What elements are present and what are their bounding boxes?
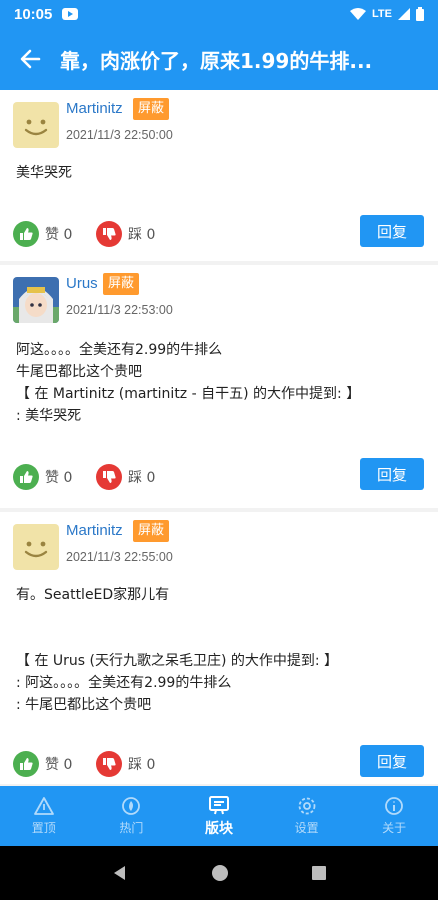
- nav-item-about[interactable]: 关于: [350, 786, 438, 846]
- bottom-navigation: 置顶 热门 版块 设置 关于: [0, 786, 438, 846]
- wifi-icon: [350, 8, 367, 20]
- like-button[interactable]: 赞 0: [13, 221, 72, 247]
- username[interactable]: Martinitz: [66, 522, 123, 539]
- thumbs-down-icon: [96, 221, 122, 247]
- arrow-left-icon: [20, 49, 41, 69]
- status-icons: LTE: [350, 7, 424, 21]
- network-type: LTE: [372, 8, 392, 20]
- nav-label: 关于: [382, 821, 407, 835]
- post-item: Martinitz 屏蔽 2021/11/3 22:50:00 美华哭死 赞 0…: [0, 90, 438, 261]
- reply-button[interactable]: 回复: [360, 745, 424, 777]
- nav-label: 热门: [119, 821, 144, 835]
- like-button[interactable]: 赞 0: [13, 464, 72, 490]
- post-actions: 赞 0 踩 0 回复: [0, 209, 438, 261]
- info-icon: [385, 797, 404, 815]
- dislike-count: 踩 0: [128, 227, 156, 243]
- nav-item-hot[interactable]: 热门: [88, 786, 176, 846]
- username[interactable]: Martinitz: [66, 100, 123, 117]
- thumbs-up-icon: [13, 751, 39, 777]
- reply-button[interactable]: 回复: [360, 215, 424, 247]
- smiley-avatar-icon: [13, 102, 59, 148]
- dislike-count: 踩 0: [128, 470, 156, 486]
- post-item: Urus 屏蔽 2021/11/3 22:53:00 阿这。。。。全美还有2.9…: [0, 265, 438, 508]
- board-icon: [208, 795, 229, 814]
- timestamp: 2021/11/3 22:50:00: [66, 128, 173, 142]
- post-body: 有。SeattleED家那儿有 【 在 Urus (天行九歌之呆毛卫庄) 的大作…: [16, 587, 339, 713]
- avatar[interactable]: [13, 102, 59, 148]
- avatar[interactable]: [13, 277, 59, 323]
- nav-label: 版块: [204, 820, 233, 837]
- recents-square-icon[interactable]: [311, 865, 327, 881]
- post-actions: 赞 0 踩 0 回复: [0, 452, 438, 504]
- dislike-button[interactable]: 踩 0: [96, 464, 155, 490]
- system-navigation-bar: [0, 846, 438, 900]
- timestamp: 2021/11/3 22:55:00: [66, 550, 173, 564]
- smiley-avatar-icon: [13, 524, 59, 570]
- post-list[interactable]: Martinitz 屏蔽 2021/11/3 22:50:00 美华哭死 赞 0…: [0, 90, 438, 786]
- thumbs-down-icon: [96, 464, 122, 490]
- block-badge[interactable]: 屏蔽: [133, 520, 170, 542]
- dislike-button[interactable]: 踩 0: [96, 221, 155, 247]
- home-circle-icon[interactable]: [211, 864, 229, 882]
- dislike-count: 踩 0: [128, 757, 156, 773]
- signal-icon: [398, 8, 410, 20]
- anime-avatar-icon: [13, 277, 59, 323]
- back-triangle-icon[interactable]: [111, 864, 129, 882]
- back-button[interactable]: [0, 28, 60, 90]
- like-button[interactable]: 赞 0: [13, 751, 72, 777]
- thumbs-up-icon: [13, 464, 39, 490]
- nav-item-pinned[interactable]: 置顶: [0, 786, 88, 846]
- app-bar: 靠，肉涨价了，原来1.99的牛排...: [0, 28, 438, 90]
- post-body: 美华哭死: [16, 165, 72, 181]
- username[interactable]: Urus: [66, 275, 98, 292]
- gear-icon: [298, 797, 315, 815]
- like-count: 赞 0: [45, 227, 73, 243]
- thumbs-down-icon: [96, 751, 122, 777]
- block-badge[interactable]: 屏蔽: [133, 98, 170, 120]
- page-title: 靠，肉涨价了，原来1.99的牛排...: [60, 48, 373, 73]
- nav-item-boards[interactable]: 版块: [175, 786, 263, 846]
- notification-icon: [62, 8, 79, 20]
- fire-icon: [122, 797, 141, 815]
- reply-button[interactable]: 回复: [360, 458, 424, 490]
- nav-label: 设置: [294, 821, 319, 835]
- post-item: Martinitz 屏蔽 2021/11/3 22:55:00 有。Seattl…: [0, 512, 438, 784]
- pin-icon: [33, 797, 54, 815]
- like-count: 赞 0: [45, 757, 73, 773]
- thumbs-up-icon: [13, 221, 39, 247]
- avatar[interactable]: [13, 524, 59, 570]
- status-bar: 10:05 LTE: [0, 0, 438, 28]
- nav-label: 置顶: [31, 821, 56, 835]
- like-count: 赞 0: [45, 470, 73, 486]
- post-body: 阿这。。。。全美还有2.99的牛排么 牛尾巴都比这个贵吧 【 在 Martini…: [16, 342, 361, 424]
- dislike-button[interactable]: 踩 0: [96, 751, 155, 777]
- post-actions: 赞 0 踩 0 回复: [0, 739, 438, 786]
- battery-icon: [416, 7, 424, 21]
- block-badge[interactable]: 屏蔽: [103, 273, 140, 295]
- status-time: 10:05: [14, 5, 53, 23]
- timestamp: 2021/11/3 22:53:00: [66, 303, 173, 317]
- nav-item-settings[interactable]: 设置: [263, 786, 351, 846]
